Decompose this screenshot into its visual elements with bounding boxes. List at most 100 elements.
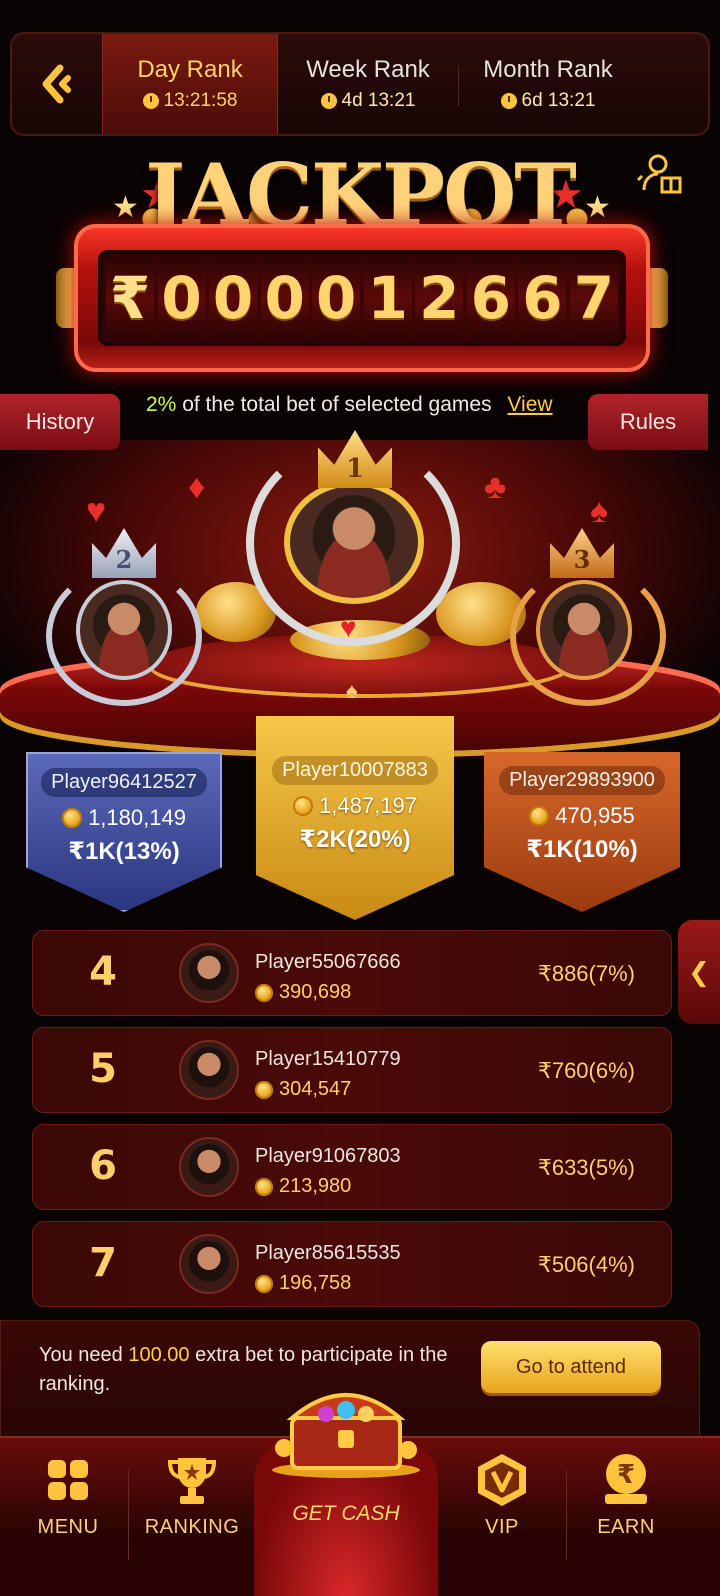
score-value: 1,180,149	[88, 805, 186, 830]
tab-label: Month Rank	[483, 56, 613, 83]
score-value: 196,758	[279, 1272, 352, 1294]
notice-prefix: You need	[39, 1344, 123, 1366]
spade-icon: ♠	[346, 678, 358, 703]
nav-divider	[128, 1470, 129, 1560]
side-panel-toggle[interactable]: ❮	[678, 920, 720, 1024]
list-item[interactable]: 4 Player55067666 390,698 ₹886(7%)	[32, 930, 672, 1016]
vip-badge-icon	[474, 1452, 530, 1508]
counter-digits: ₹ 0 0 0 0 1 2 6 6 7	[98, 250, 626, 346]
avatar	[179, 1137, 239, 1197]
rank-1-banner[interactable]: Player10007883 1,487,197 ₹2K(20%)	[256, 716, 454, 920]
rank-2-banner[interactable]: Player96412527 1,180,149 ₹1K(13%)	[26, 752, 222, 912]
tab-month-rank[interactable]: Month Rank 6d 13:21	[458, 34, 638, 134]
jackpot-digit: 0	[312, 256, 361, 340]
jackpot-info: 2% of the total bet of selected games Vi…	[146, 393, 576, 417]
player-name: Player85615535	[255, 1242, 401, 1264]
nav-label: RANKING	[144, 1516, 240, 1538]
coin-icon	[529, 806, 550, 826]
counter-body: ₹ 0 0 0 0 1 2 6 6 7	[74, 224, 650, 372]
clock-icon	[142, 93, 159, 109]
spade-suit-icon: ♠	[590, 492, 609, 530]
coin-icon	[255, 1080, 273, 1099]
jackpot-digit: 0	[209, 256, 258, 340]
clock-icon	[320, 93, 337, 109]
avatar	[179, 1040, 239, 1100]
chevron-left-icon: ❮	[688, 956, 710, 987]
timer-value: 13:21:58	[163, 90, 238, 111]
nav-vip[interactable]: VIP	[442, 1452, 562, 1539]
player-prize: ₹1K(10%)	[526, 836, 638, 863]
player-prize: ₹506(4%)	[537, 1252, 635, 1277]
avatar-rank-3[interactable]	[536, 580, 632, 680]
rank-number: 7	[89, 1240, 117, 1286]
clock-icon	[500, 93, 517, 109]
score-value: 470,955	[555, 803, 635, 828]
player-score: 1,487,197	[256, 793, 454, 819]
nav-label: EARN	[597, 1516, 655, 1538]
coin-icon	[255, 1274, 273, 1293]
list-item[interactable]: 7 Player85615535 196,758 ₹506(4%)	[32, 1221, 672, 1307]
back-chevron-icon	[42, 64, 71, 104]
tab-day-rank[interactable]: Day Rank 13:21:58	[102, 34, 278, 134]
coin-icon	[62, 808, 83, 828]
player-name: Player10007883	[272, 756, 438, 785]
tab-label: Week Rank	[306, 56, 430, 83]
player-score: 196,758	[255, 1272, 351, 1295]
rank-3-banner[interactable]: Player29893900 470,955 ₹1K(10%)	[484, 752, 680, 912]
timer-value: 6d 13:21	[521, 90, 596, 111]
crown-rank-number: 3	[573, 545, 591, 574]
player-name: Player29893900	[499, 766, 665, 795]
score-value: 213,980	[279, 1175, 352, 1197]
back-button[interactable]	[12, 34, 104, 134]
player-prize: ₹760(6%)	[537, 1058, 635, 1083]
coin-icon	[293, 796, 314, 816]
coin-icon	[255, 1177, 273, 1196]
jackpot-digit: 6	[466, 256, 515, 340]
nav-get-cash[interactable]: GET CASH	[254, 1502, 438, 1526]
club-suit-icon: ♣	[484, 468, 507, 506]
avatar	[179, 1234, 239, 1294]
rank-period-tabs: Day Rank 13:21:58 Week Rank 4d 13:21 Mon…	[10, 32, 710, 136]
user-gift-icon[interactable]	[636, 150, 684, 198]
nav-label: VIP	[485, 1516, 519, 1538]
list-item[interactable]: 5 Player15410779 304,547 ₹760(6%)	[32, 1027, 672, 1113]
rules-button[interactable]: Rules	[588, 394, 708, 450]
jackpot-digit: 0	[260, 256, 309, 340]
go-to-attend-button[interactable]: Go to attend	[481, 1341, 661, 1393]
grid-menu-icon	[40, 1452, 96, 1508]
tab-label: Day Rank	[137, 56, 243, 83]
player-score: 1,180,149	[28, 805, 220, 831]
view-link[interactable]: View	[507, 393, 552, 416]
trophy-icon	[164, 1452, 220, 1508]
diamond-suit-icon: ♦	[188, 468, 206, 506]
percent-value: 2%	[146, 393, 177, 416]
heart-gem-icon: ♥	[340, 612, 357, 643]
avatar-rank-1[interactable]	[284, 480, 424, 604]
crown-rank-number: 1	[345, 454, 365, 484]
player-score: 470,955	[484, 803, 680, 829]
nav-earn[interactable]: ₹ EARN	[566, 1452, 686, 1539]
svg-text:₹: ₹	[617, 1460, 635, 1490]
tab-week-rank[interactable]: Week Rank 4d 13:21	[278, 34, 458, 134]
player-score: 390,698	[255, 981, 351, 1004]
jackpot-digit: 7	[569, 256, 618, 340]
tab-timer: 13:21:58	[142, 90, 238, 112]
score-value: 1,487,197	[319, 793, 417, 818]
jackpot-digit: 1	[363, 256, 412, 340]
player-name: Player55067666	[255, 951, 401, 973]
rank-number: 5	[89, 1046, 117, 1092]
rank-number: 6	[89, 1143, 117, 1189]
list-item[interactable]: 6 Player91067803 213,980 ₹633(5%)	[32, 1124, 672, 1210]
score-value: 304,547	[279, 1078, 352, 1100]
history-button[interactable]: History	[0, 394, 120, 450]
treasure-chest-icon[interactable]	[268, 1378, 424, 1478]
player-prize: ₹1K(13%)	[68, 838, 180, 865]
player-name: Player96412527	[41, 768, 207, 797]
player-prize: ₹633(5%)	[537, 1155, 635, 1180]
nav-ranking[interactable]: RANKING	[132, 1452, 252, 1539]
heart-suit-icon: ♥	[86, 492, 107, 530]
jackpot-digit: 0	[157, 256, 206, 340]
nav-menu[interactable]: MENU	[8, 1452, 128, 1539]
info-description: of the total bet of selected games	[182, 393, 492, 416]
avatar-rank-2[interactable]	[76, 580, 172, 680]
